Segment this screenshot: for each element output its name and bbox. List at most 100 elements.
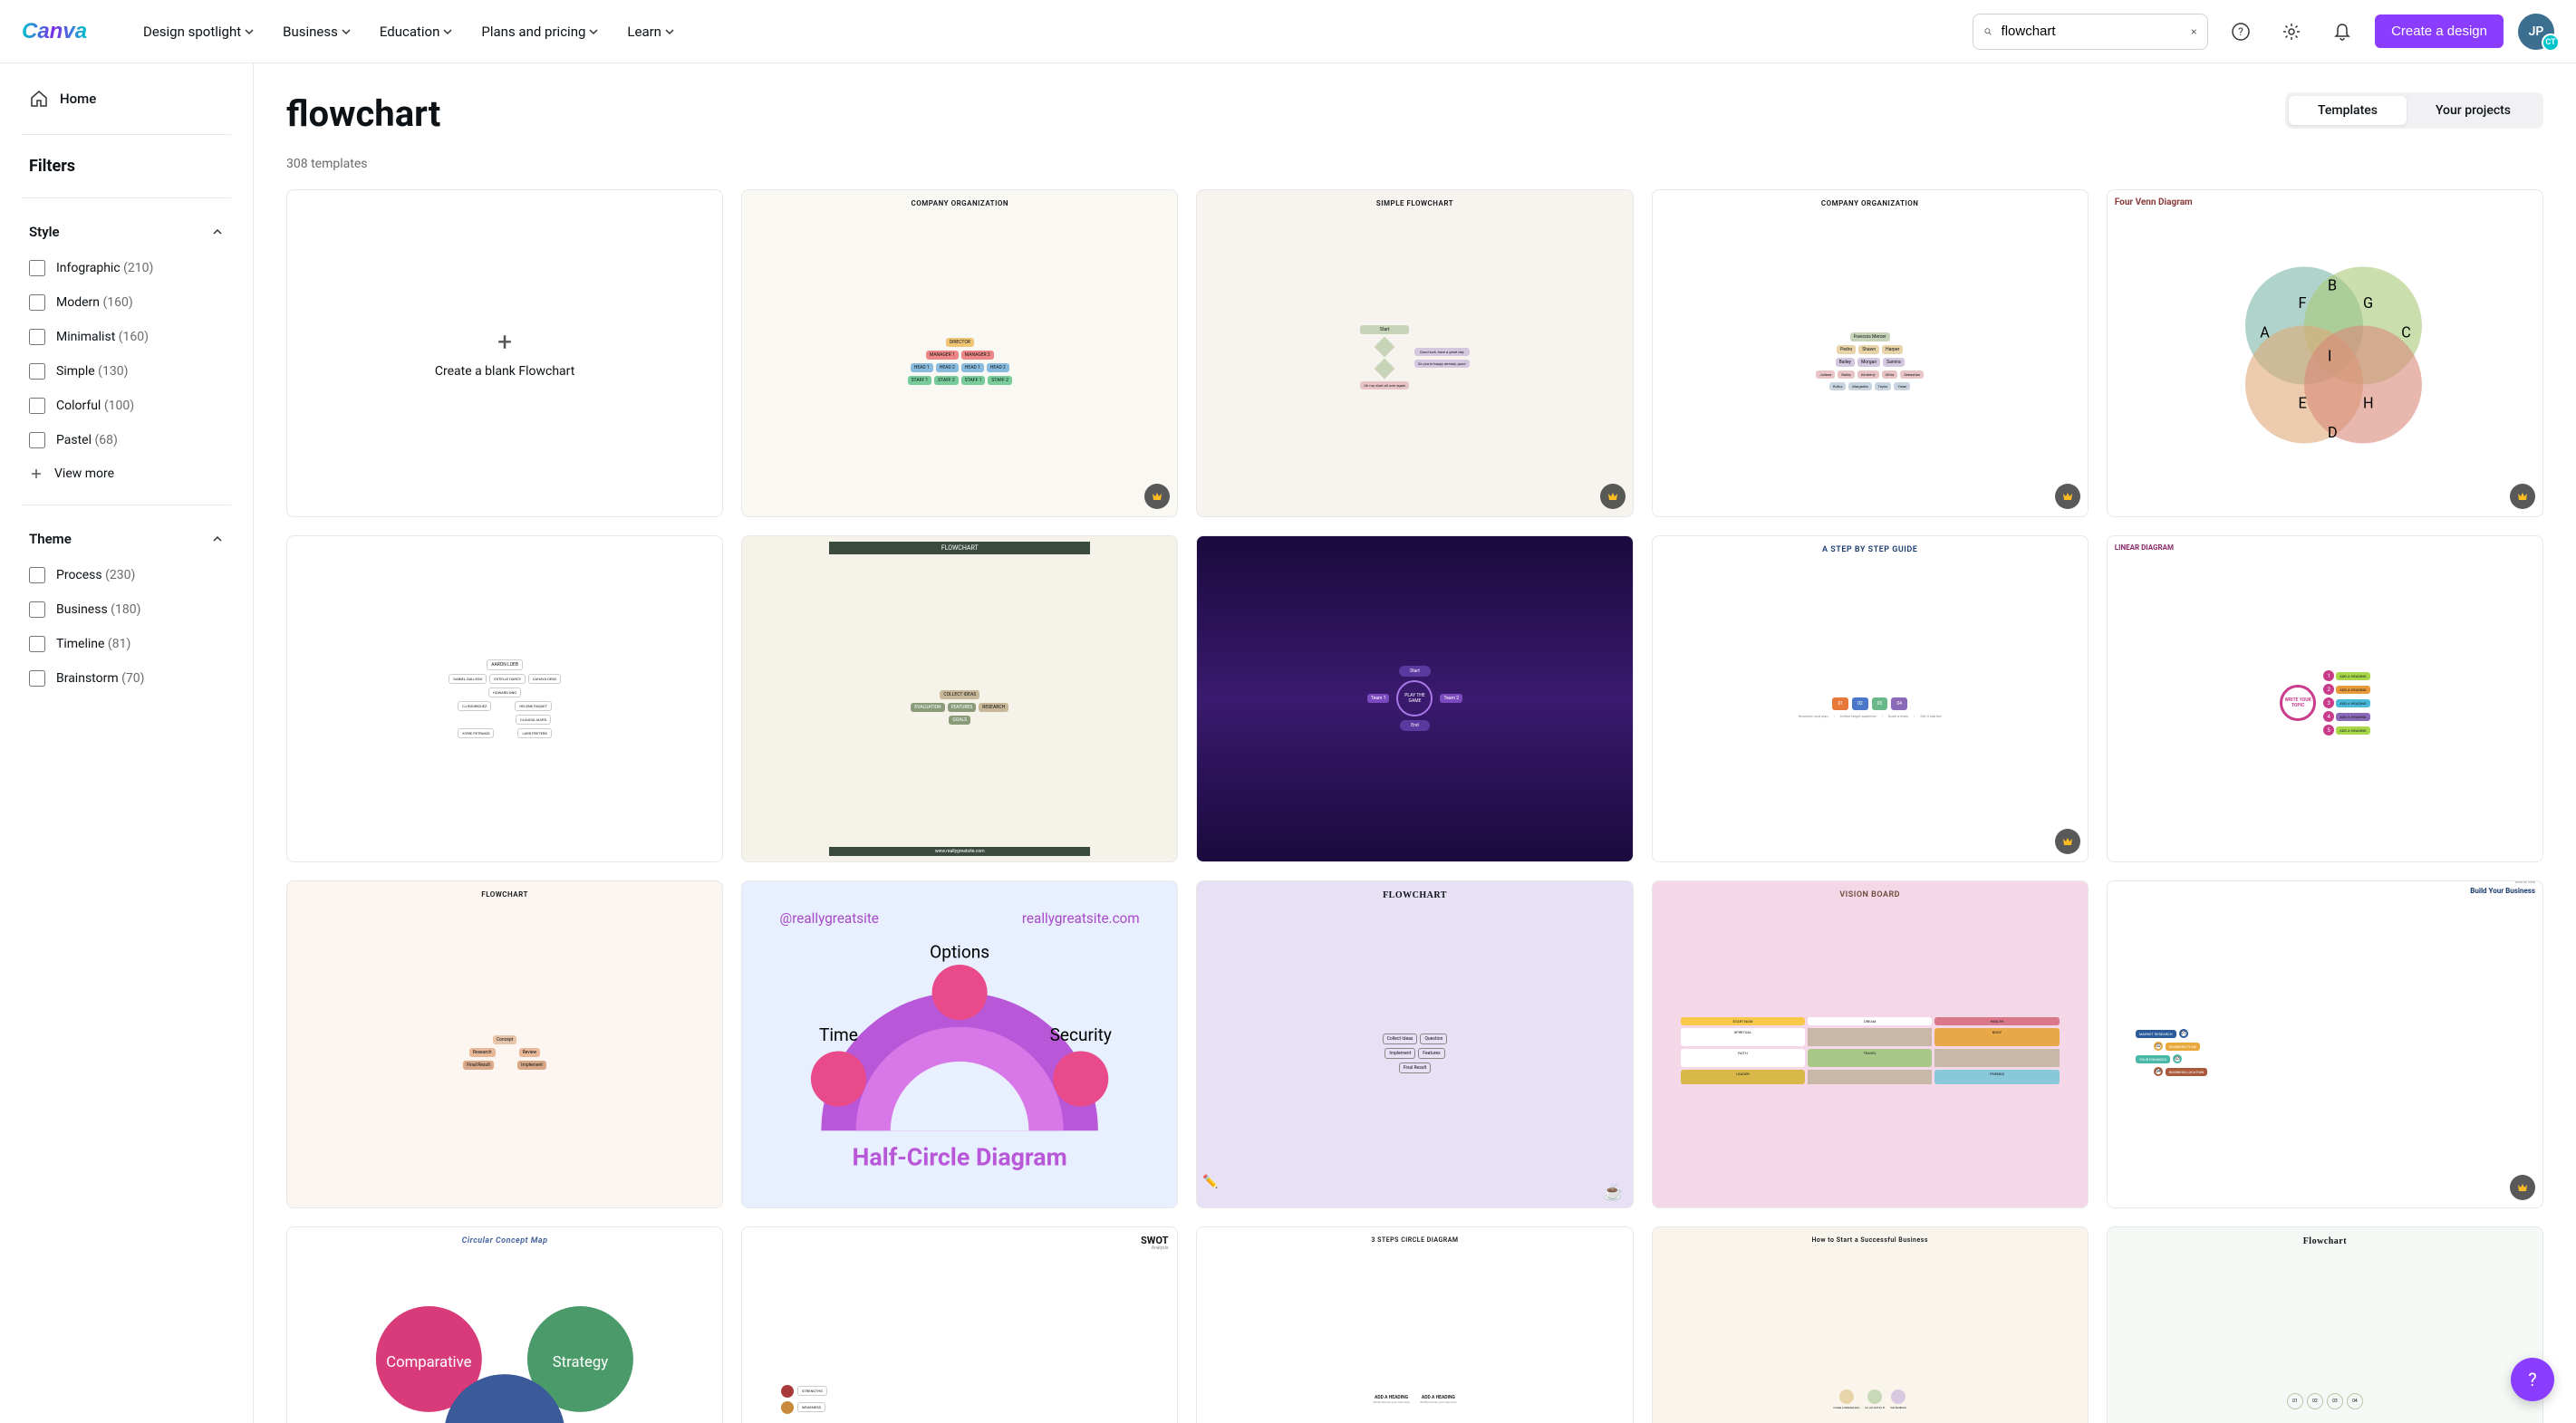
filter-option-brainstorm[interactable]: Brainstorm (70): [22, 661, 231, 696]
filter-group-theme[interactable]: Theme: [22, 520, 231, 558]
template-card[interactable]: Start Team 1PLAY THE GAMETeam 2 End: [1196, 535, 1633, 863]
template-card[interactable]: 3 STEPS CIRCLE DIAGRAM ADD A HEADINGBrie…: [1196, 1226, 1633, 1423]
template-card[interactable]: Flowchart Concept ResearchReview Final R…: [286, 880, 723, 1208]
nav-label: Business: [283, 24, 338, 40]
filter-checkbox[interactable]: [29, 636, 45, 652]
help-fab[interactable]: ?: [2511, 1358, 2554, 1401]
home-label: Home: [60, 91, 96, 107]
tab-templates[interactable]: Templates: [2289, 96, 2407, 125]
template-title: Four Venn Diagram: [2115, 197, 2193, 207]
help-icon: ?: [2231, 22, 2251, 42]
filter-checkbox[interactable]: [29, 601, 45, 618]
filter-label: Business: [56, 602, 108, 617]
premium-badge: [1600, 484, 1626, 509]
template-card[interactable]: A STEP BY STEP GUIDE 01020304 Research a…: [1652, 535, 2089, 863]
template-card[interactable]: FLOWCHART COLLECT IDEAS EVALUATIONFEATUR…: [741, 535, 1178, 863]
notifications-button[interactable]: [2324, 14, 2360, 50]
logo[interactable]: Canva: [22, 18, 103, 45]
filter-option-modern[interactable]: Modern (160): [22, 285, 231, 320]
nav-education[interactable]: Education: [369, 16, 464, 47]
template-card[interactable]: Flowchart 01 02 03 04: [2107, 1226, 2543, 1423]
filter-checkbox[interactable]: [29, 329, 45, 345]
avatar[interactable]: JP CT: [2518, 14, 2554, 50]
svg-text:Comparative: Comparative: [386, 1353, 471, 1370]
template-card[interactable]: Build Your Business Step by Step MARKET …: [2107, 880, 2543, 1208]
help-button[interactable]: ?: [2223, 14, 2259, 50]
filter-group-style[interactable]: Style: [22, 213, 231, 251]
gear-icon: [2282, 22, 2301, 42]
plus-icon: [29, 466, 43, 481]
sidebar: Home Filters Style Infographic (210) Mod…: [0, 63, 254, 1423]
filter-checkbox[interactable]: [29, 567, 45, 583]
template-title: COMPANY ORGANIZATION: [742, 199, 1177, 207]
filter-option-business[interactable]: Business (180): [22, 592, 231, 627]
header: Canva Design spotlight Business Educatio…: [0, 0, 2576, 63]
template-card[interactable]: SWOT Analysis STRENGTHS WEAKNESS: [741, 1226, 1178, 1423]
premium-badge: [2055, 829, 2080, 854]
view-more-label: View more: [54, 466, 114, 481]
filter-option-timeline[interactable]: Timeline (81): [22, 627, 231, 661]
template-card[interactable]: Company Organization Francois Mercer Ped…: [1652, 189, 2089, 517]
main: flowchart Templates Your projects 308 te…: [254, 63, 2576, 1423]
template-card[interactable]: AARON LOEB DANIEL GALLEGOESTELLE DARCYCA…: [286, 535, 723, 863]
template-card[interactable]: VISION BOARD START NOW DREAM HEALTH SPIR…: [1652, 880, 2089, 1208]
search-box[interactable]: [1973, 14, 2208, 50]
svg-text:F: F: [2299, 294, 2307, 312]
search-input[interactable]: [2002, 24, 2182, 39]
template-card[interactable]: How to Start a Successful Business Creat…: [1652, 1226, 2089, 1423]
filter-option-simple[interactable]: Simple (130): [22, 354, 231, 389]
filter-option-process[interactable]: Process (230): [22, 558, 231, 592]
svg-text:Canva: Canva: [22, 19, 87, 43]
svg-text:@reallygreatsite: @reallygreatsite: [780, 910, 879, 927]
chevron-up-icon: [211, 226, 224, 238]
filter-label: Timeline: [56, 637, 104, 651]
template-title: Flowchart: [2108, 1236, 2542, 1246]
svg-text:Half-Circle Diagram: Half-Circle Diagram: [853, 1143, 1067, 1172]
template-card[interactable]: COMPANY ORGANIZATION DIRECTOR MANAGER 1M…: [741, 189, 1178, 517]
sidebar-home[interactable]: Home: [22, 78, 231, 120]
filter-checkbox[interactable]: [29, 260, 45, 276]
nav-plans[interactable]: Plans and pricing: [470, 16, 609, 47]
chevron-down-icon: [245, 27, 254, 36]
template-card[interactable]: FLOWCHART Collect IdeasQuestion Implemen…: [1196, 880, 1633, 1208]
template-title: FLOWCHART: [829, 542, 1090, 554]
filter-count: (160): [103, 295, 133, 310]
filter-count: (160): [119, 330, 149, 344]
filter-option-colorful[interactable]: Colorful (100): [22, 389, 231, 423]
filter-option-pastel[interactable]: Pastel (68): [22, 423, 231, 457]
svg-text:?: ?: [2238, 25, 2243, 38]
tab-your-projects[interactable]: Your projects: [2407, 96, 2540, 125]
filter-checkbox[interactable]: [29, 670, 45, 687]
plus-icon: +: [497, 327, 512, 357]
template-title: LINEAR DIAGRAM: [2115, 543, 2174, 552]
template-card[interactable]: SIMPLE FLOWCHART Start Oh my, start all …: [1196, 189, 1633, 517]
template-card[interactable]: Circular Concept Map Comparative Strateg…: [286, 1226, 723, 1423]
svg-text:Options: Options: [930, 942, 989, 963]
template-card[interactable]: Four Venn Diagram AB CD FG EH I: [2107, 189, 2543, 517]
filter-group-title: Theme: [29, 531, 72, 547]
nav-design-spotlight[interactable]: Design spotlight: [132, 16, 265, 47]
create-design-button[interactable]: Create a design: [2375, 14, 2504, 48]
template-card[interactable]: Time Options Security Half-Circle Diagra…: [741, 880, 1178, 1208]
premium-badge: [1144, 484, 1170, 509]
svg-text:B: B: [2328, 277, 2337, 294]
tabs: Templates Your projects: [2285, 92, 2543, 129]
filter-checkbox[interactable]: [29, 398, 45, 414]
filter-option-infographic[interactable]: Infographic (210): [22, 251, 231, 285]
bell-icon: [2332, 22, 2352, 42]
svg-text:C: C: [2402, 324, 2412, 341]
filter-count: (70): [121, 671, 144, 686]
template-card[interactable]: LINEAR DIAGRAM WRITE YOUR TOPIC 1ADD A H…: [2107, 535, 2543, 863]
filter-count: (130): [98, 364, 128, 379]
filter-checkbox[interactable]: [29, 294, 45, 311]
nav: Design spotlight Business Education Plan…: [132, 16, 685, 47]
filter-checkbox[interactable]: [29, 363, 45, 380]
clear-icon[interactable]: [2191, 25, 2197, 38]
filter-checkbox[interactable]: [29, 432, 45, 448]
filter-option-minimalist[interactable]: Minimalist (160): [22, 320, 231, 354]
view-more-button[interactable]: View more: [22, 457, 231, 490]
nav-learn[interactable]: Learn: [616, 16, 685, 47]
settings-button[interactable]: [2273, 14, 2310, 50]
nav-business[interactable]: Business: [272, 16, 362, 47]
create-blank-card[interactable]: + Create a blank Flowchart: [286, 189, 723, 517]
